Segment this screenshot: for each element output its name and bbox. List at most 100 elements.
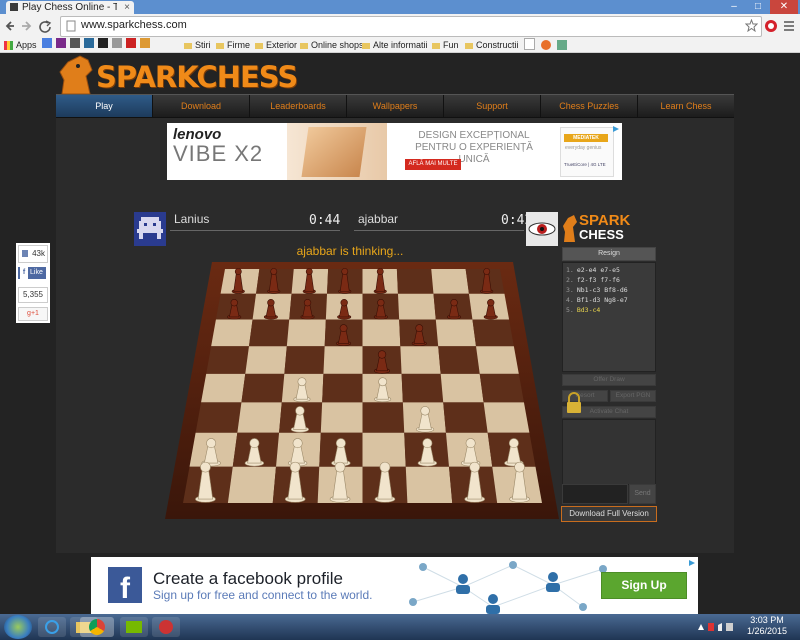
bookmark-apps[interactable]: Apps: [4, 38, 37, 52]
export-pgn-button[interactable]: Export PGN: [610, 390, 656, 402]
board-square[interactable]: [323, 346, 363, 374]
player1-timer: 0:44: [309, 213, 341, 228]
bookmark-exterior[interactable]: Exterior: [255, 38, 297, 52]
ad-network-graphic: [409, 561, 607, 614]
board-square[interactable]: [396, 269, 434, 294]
nav-play[interactable]: Play: [56, 95, 153, 117]
resign-button[interactable]: Resign: [562, 247, 656, 261]
board-square[interactable]: [284, 346, 325, 374]
bookmark-star-icon[interactable]: [745, 19, 758, 32]
nav-support[interactable]: Support: [444, 95, 541, 117]
board-square[interactable]: [362, 402, 405, 433]
bookmark-firme[interactable]: Firme: [216, 38, 250, 52]
bookmark-extra-icons[interactable]: [524, 38, 574, 52]
ad-cta[interactable]: AFLĂ MAI MULTE: [405, 159, 461, 170]
nav-wallpapers[interactable]: Wallpapers: [347, 95, 444, 117]
knight-icon: [563, 215, 577, 242]
board-square[interactable]: [483, 402, 530, 433]
bookmark-online-shops[interactable]: Online shops: [300, 38, 364, 52]
download-full-version-button[interactable]: Download Full Version: [561, 506, 657, 522]
opera-extension-icon[interactable]: [765, 20, 777, 32]
minimize-button[interactable]: –: [722, 0, 746, 14]
ad-title: Create a facebook profile: [153, 569, 343, 588]
board-square[interactable]: [195, 402, 242, 433]
board-square[interactable]: [206, 346, 249, 374]
system-tray-icons[interactable]: [696, 620, 736, 634]
nvidia-taskbar-icon[interactable]: [120, 617, 148, 637]
board-square[interactable]: [320, 402, 363, 433]
player2-avatar: [526, 212, 558, 246]
bookmark-stiri[interactable]: Stiri: [184, 38, 211, 52]
nav-leaderboards[interactable]: Leaderboards: [250, 95, 347, 117]
app-taskbar-icon[interactable]: [152, 617, 180, 637]
board-square[interactable]: [241, 373, 285, 403]
address-bar[interactable]: www.sparkchess.com: [60, 16, 762, 37]
board-square[interactable]: [211, 319, 253, 347]
maximize-button[interactable]: □: [746, 0, 770, 14]
main-nav: Play Download Leaderboards Wallpapers Su…: [56, 94, 734, 119]
board-square[interactable]: [440, 373, 484, 403]
fb-like-button[interactable]: f Like: [18, 267, 46, 279]
board-square[interactable]: [322, 373, 363, 403]
forward-arrow-icon[interactable]: [22, 21, 32, 31]
ad-retailer-sub: everyday genius: [565, 145, 602, 151]
board-square[interactable]: [438, 346, 480, 374]
adchoices-icon[interactable]: [687, 558, 697, 568]
start-button[interactable]: [4, 615, 32, 639]
chess-board[interactable]: [165, 255, 560, 520]
gplus-button[interactable]: g+1: [18, 307, 48, 321]
adchoices-icon[interactable]: [611, 124, 621, 134]
board-square[interactable]: [443, 402, 488, 433]
board-square[interactable]: [201, 373, 246, 403]
move-list[interactable]: 1. e2-e4 e7-e5 2. f2-f3 f7-f6 3. Nb1-c3 Bf8…: [562, 262, 656, 372]
board-square[interactable]: [362, 432, 406, 467]
board-square[interactable]: [479, 373, 524, 403]
taskbar-clock[interactable]: 3:03 PM 1/26/2015: [738, 615, 796, 637]
chrome-taskbar-icon[interactable]: [80, 617, 114, 637]
menu-icon[interactable]: [784, 21, 794, 31]
browser-tab[interactable]: Play Chess Online - The P ×: [6, 1, 134, 14]
nav-download[interactable]: Download: [153, 95, 250, 117]
move-row: 1. e2-e4 e7-e5: [566, 266, 620, 274]
move-row: 3. Nb1-c3 Bf8-d6: [566, 286, 628, 294]
reload-icon[interactable]: [39, 20, 52, 33]
back-arrow-icon[interactable]: [5, 21, 14, 31]
page-icon: [66, 20, 76, 32]
ie-taskbar-icon[interactable]: [38, 617, 66, 637]
ad-subtitle: Sign up for free and connect to the worl…: [153, 588, 373, 602]
sign-up-button[interactable]: Sign Up: [601, 572, 687, 599]
board-square[interactable]: [401, 373, 444, 403]
nav-learn-chess[interactable]: Learn Chess: [638, 95, 734, 117]
board-square[interactable]: [362, 319, 401, 347]
board-square[interactable]: [435, 319, 477, 347]
board-square[interactable]: [245, 346, 287, 374]
close-tab-icon[interactable]: ×: [124, 1, 130, 14]
send-button[interactable]: Send: [629, 484, 656, 504]
ad-phone-image: [287, 123, 387, 180]
apps-grid-icon: [4, 41, 13, 51]
ad-retailer: MEDIATEK: [564, 134, 608, 142]
board-square[interactable]: [476, 346, 519, 374]
board-square[interactable]: [472, 319, 514, 347]
nav-chess-puzzles[interactable]: Chess Puzzles: [541, 95, 638, 117]
close-window-button[interactable]: ✕: [770, 0, 798, 14]
board-square[interactable]: [286, 319, 326, 347]
bookmark-site-icons[interactable]: [42, 38, 172, 52]
bookmark-constructii[interactable]: Constructii: [465, 38, 519, 52]
sparkchess-logo[interactable]: SPARKCHESS: [58, 54, 308, 96]
board-square[interactable]: [227, 466, 277, 503]
lenovo-ad[interactable]: lenovo VIBE X2 DESIGN EXCEPȚIONAL PENTRU…: [167, 123, 622, 180]
board-square[interactable]: [405, 466, 453, 503]
chat-input[interactable]: [562, 484, 628, 504]
board-square[interactable]: [431, 269, 469, 294]
board-square[interactable]: [400, 346, 441, 374]
board-square[interactable]: [248, 319, 290, 347]
board-square[interactable]: [237, 402, 282, 433]
like-count-box: 43k: [18, 245, 48, 263]
offer-draw-button[interactable]: Offer Draw: [562, 374, 656, 386]
player1-name: Lanius: [174, 212, 210, 226]
bookmark-fun[interactable]: Fun: [432, 38, 459, 52]
window-controls: – □ ✕: [720, 0, 800, 14]
board-square[interactable]: [397, 293, 436, 320]
bookmark-alte-informatii[interactable]: Alte informatii: [362, 38, 428, 52]
